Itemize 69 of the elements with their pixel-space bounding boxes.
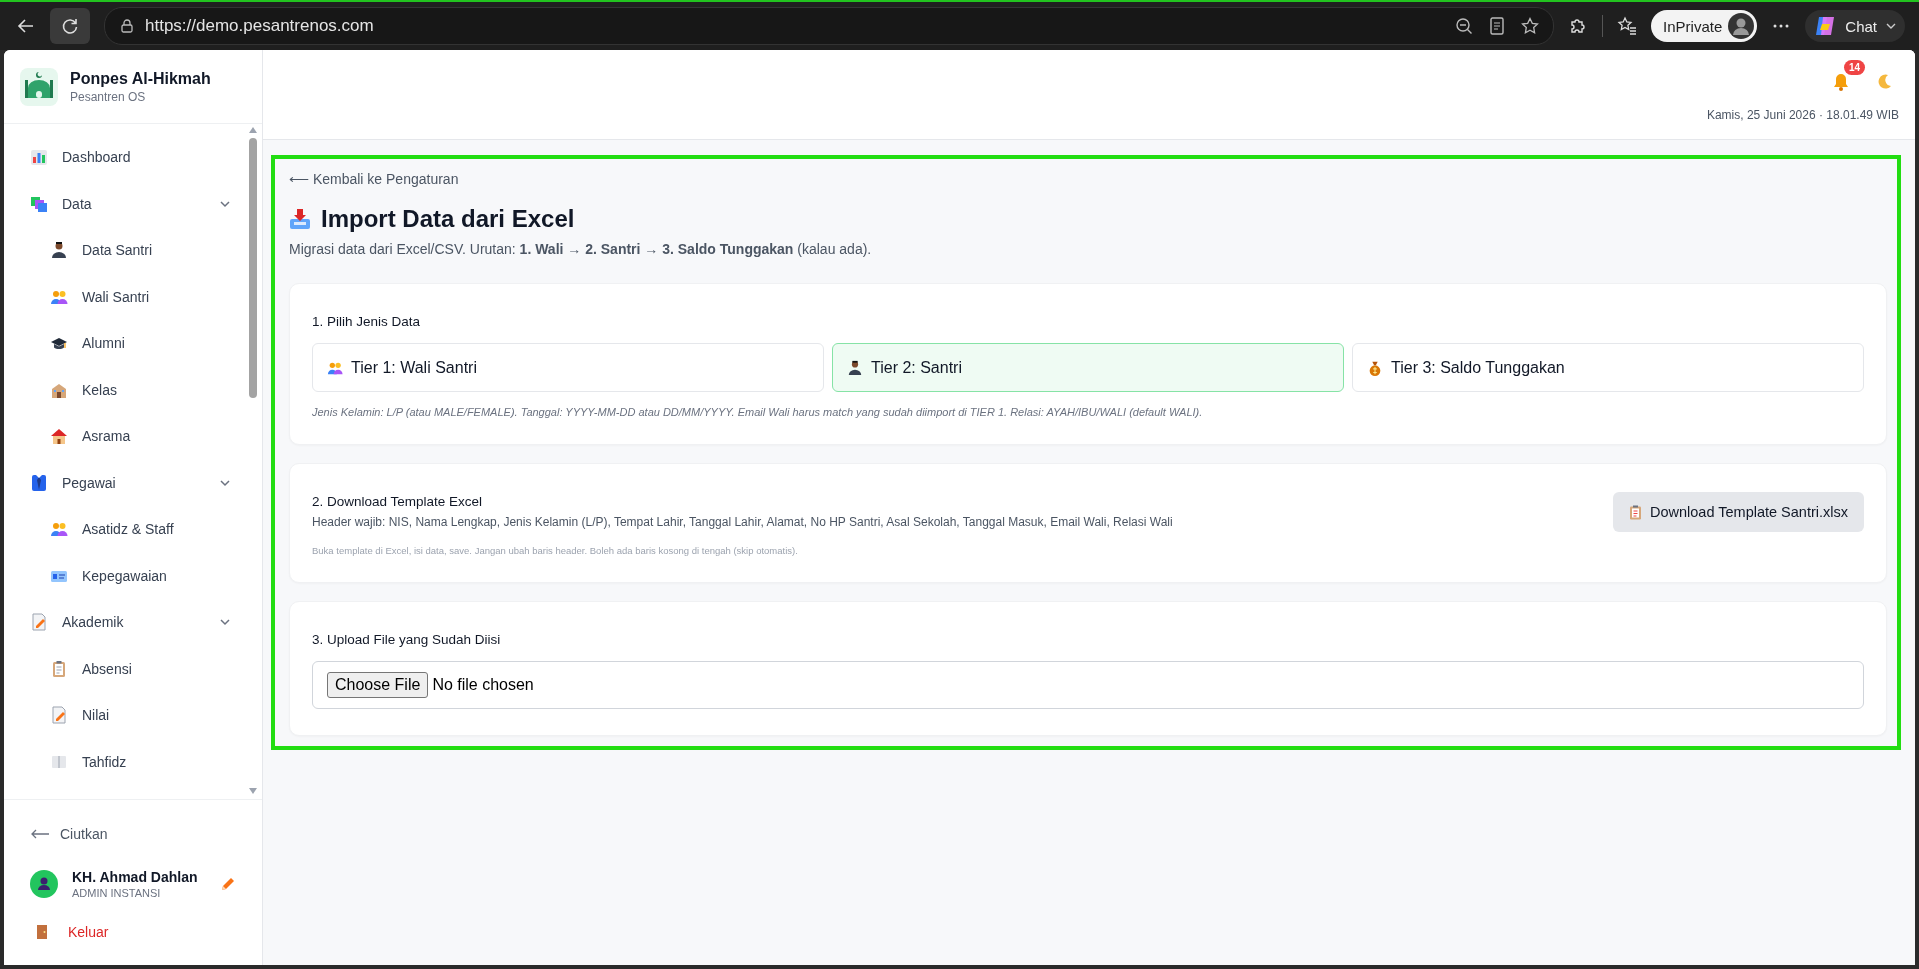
mosque-logo-icon bbox=[20, 67, 58, 106]
page-subtitle: Migrasi data dari Excel/CSV. Urutan: 1. Wali → 2. Santri → 3. Saldo Tunggakan (kalau ada). bbox=[289, 241, 873, 257]
nav-item[interactable]: Asatidz & Staff bbox=[30, 506, 232, 553]
reload-button[interactable] bbox=[50, 8, 90, 44]
doc-icon bbox=[30, 613, 48, 632]
format-hint: Jenis Kelamin: L/P (atau MALE/FEMALE). Tanggal: YYYY-MM-DD atau DD/MM/YYYY. Email Wali harus match yang sudah diimport di TIER 1. Relasi: AYAH/IBU/WALI (default WALI). bbox=[312, 406, 1204, 418]
nav-item[interactable]: Pegawai bbox=[30, 459, 232, 506]
nav-item[interactable]: Data bbox=[30, 180, 232, 227]
nav-item[interactable]: Alumni bbox=[30, 320, 232, 367]
nav-item[interactable]: Asrama bbox=[30, 413, 232, 460]
nav-item[interactable]: Wali Santri bbox=[30, 273, 232, 320]
nav-item[interactable]: Kelas bbox=[30, 366, 232, 413]
pencil-icon[interactable] bbox=[220, 876, 236, 892]
nav-item[interactable]: Nilai bbox=[30, 692, 232, 739]
date-time: Kamis, 25 Juni 2026 · 18.01.49 WIB bbox=[1706, 108, 1899, 122]
star-icon[interactable] bbox=[1521, 17, 1540, 35]
money-bag-icon bbox=[1367, 359, 1383, 376]
page-title: Import Data dari Excel bbox=[321, 205, 575, 233]
step-title: 1. Pilih Jenis Data bbox=[312, 314, 422, 329]
url-text: https://demo.pesantrenos.com bbox=[145, 16, 375, 36]
nav-item[interactable]: Akademik bbox=[30, 599, 232, 646]
avatar-icon bbox=[30, 870, 58, 898]
clipboard-icon bbox=[1629, 504, 1642, 520]
inprivate-button[interactable]: InPrivate bbox=[1651, 10, 1758, 42]
clipboard-icon bbox=[50, 659, 68, 678]
download-button[interactable]: Download Template Santri.xlsx bbox=[1613, 492, 1864, 532]
arrow-left-icon bbox=[30, 828, 50, 840]
house-icon bbox=[50, 427, 68, 446]
tier-option[interactable]: Tier 2: Santri bbox=[832, 343, 1344, 392]
step-title: 3. Upload File yang Sudah Diisi bbox=[312, 632, 502, 647]
reader-icon[interactable] bbox=[1489, 17, 1506, 35]
app-name: Ponpes Al-Hikmah bbox=[70, 69, 211, 88]
back-link[interactable]: ⟵ Kembali ke Pengaturan bbox=[289, 171, 1887, 187]
favorites-icon[interactable] bbox=[1617, 16, 1638, 36]
tie-icon bbox=[30, 473, 48, 492]
user-name: KH. Ahmad Dahlan bbox=[72, 869, 199, 885]
user-role: ADMIN INSTANSI bbox=[72, 887, 162, 899]
person-icon bbox=[847, 359, 863, 376]
zoom-out-icon[interactable] bbox=[1455, 17, 1474, 35]
app-subtitle: Pesantren OS bbox=[70, 89, 147, 104]
choose-file-button[interactable]: Choose File bbox=[327, 672, 429, 698]
file-status: No file chosen bbox=[432, 676, 534, 694]
nav-item[interactable]: Data Santri bbox=[30, 227, 232, 274]
people-icon bbox=[50, 520, 68, 539]
file-input[interactable]: Choose File No file chosen bbox=[312, 661, 1864, 709]
required-headers: Header wajib: NIS, Nama Lengkap, Jenis Kelamin (L/P), Tempat Lahir, Tanggal Lahir, Alamat, No HP Santri, Asal Sekolah, Tanggal Masuk, Email Wali, Relasi Wali bbox=[312, 515, 1174, 529]
squares-icon bbox=[30, 194, 48, 213]
tier-option[interactable]: Tier 3: Saldo Tunggakan bbox=[1352, 343, 1864, 392]
nav-item[interactable]: Dashboard bbox=[30, 134, 232, 181]
tier-option[interactable]: Tier 1: Wali Santri bbox=[312, 343, 824, 392]
step-title: 2. Download Template Excel bbox=[312, 494, 484, 509]
nav-item[interactable]: Kepegawaian bbox=[30, 552, 232, 599]
lock-icon bbox=[119, 18, 135, 34]
door-icon bbox=[36, 924, 48, 940]
person-icon bbox=[50, 241, 68, 260]
avatar-icon bbox=[1728, 13, 1755, 39]
nav-item[interactable]: Tahfidz bbox=[30, 738, 232, 785]
inbox-tray-icon bbox=[289, 208, 311, 230]
chart-icon bbox=[30, 148, 48, 167]
notification-badge: 14 bbox=[1843, 60, 1865, 75]
bell-icon[interactable] bbox=[1831, 72, 1851, 92]
reload-icon bbox=[60, 16, 80, 36]
address-bar[interactable]: https://demo.pesantrenos.com bbox=[104, 7, 1555, 45]
collapse-button[interactable]: Ciutkan bbox=[30, 812, 236, 856]
doc-icon bbox=[50, 706, 68, 725]
logout-button[interactable]: Keluar bbox=[30, 912, 236, 952]
chat-button[interactable]: Chat bbox=[1805, 10, 1905, 42]
template-note: Buka template di Excel, isi data, save. Jangan ubah baris header. Boleh ada baris kosong di tengah (skip otomatis). bbox=[312, 545, 799, 556]
nav-item[interactable]: Absensi bbox=[30, 645, 232, 692]
